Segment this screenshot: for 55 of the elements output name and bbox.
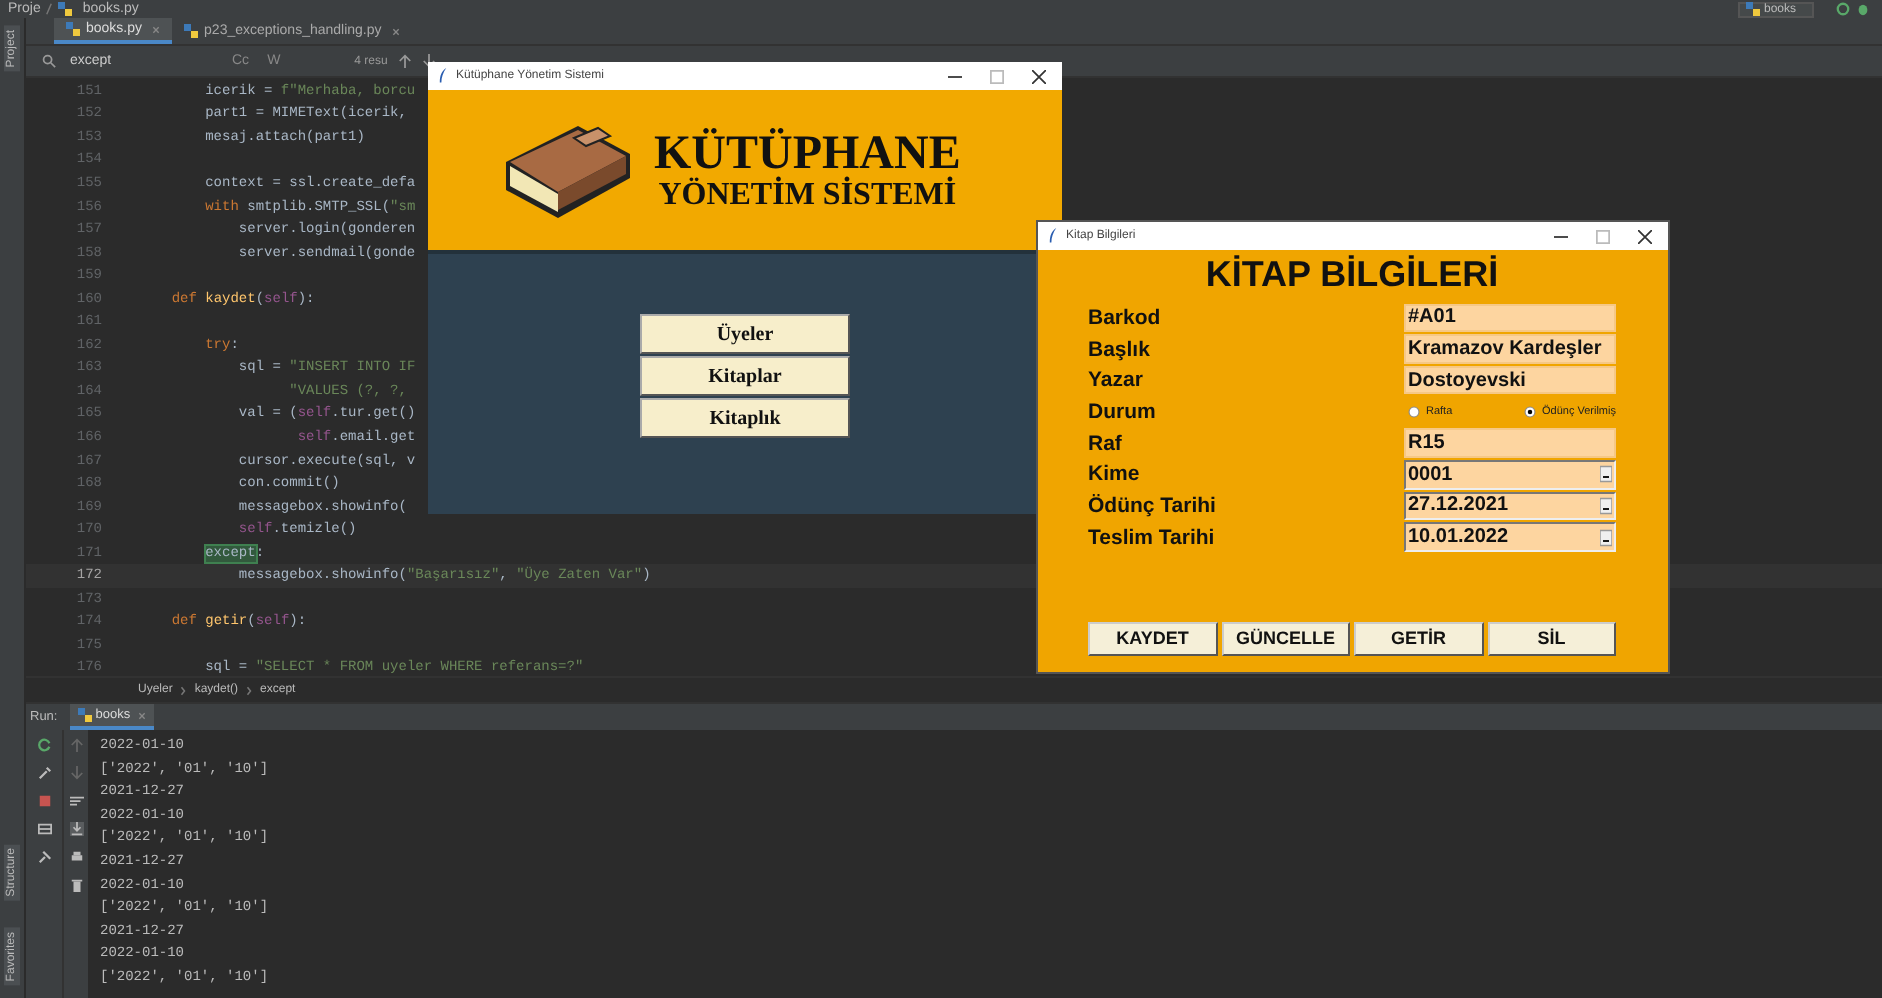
field-label: Ödünç Tarihi bbox=[1088, 493, 1218, 518]
field-label: Yazar bbox=[1088, 368, 1145, 393]
radio-button[interactable] bbox=[1408, 405, 1420, 418]
trash-icon[interactable] bbox=[69, 878, 83, 892]
python-file-icon bbox=[66, 22, 80, 36]
python-icon bbox=[1745, 2, 1760, 16]
close-icon[interactable] bbox=[1032, 69, 1046, 83]
chevron-icon bbox=[246, 685, 253, 695]
chevron-icon bbox=[180, 685, 187, 695]
feather-icon bbox=[438, 68, 448, 84]
form-button[interactable]: GETİR bbox=[1354, 621, 1483, 655]
form-button[interactable]: SİL bbox=[1487, 621, 1616, 655]
combo-box[interactable]: 27.12.2021 bbox=[1404, 491, 1616, 521]
soft-wrap-icon[interactable] bbox=[69, 794, 83, 808]
menu-button[interactable]: Kitaplık bbox=[640, 398, 850, 438]
pin-icon[interactable] bbox=[37, 850, 51, 864]
app-heading: KÜTÜPHANE bbox=[654, 129, 961, 177]
field-label: Başlık bbox=[1088, 337, 1152, 362]
rerun-icon[interactable] bbox=[37, 738, 51, 752]
field-label: Raf bbox=[1088, 431, 1124, 456]
menu-button[interactable]: Kitaplar bbox=[640, 356, 850, 396]
combo-box[interactable]: 10.01.2022 bbox=[1404, 522, 1616, 552]
dropdown-arrow-icon[interactable] bbox=[1600, 464, 1612, 485]
radio-button[interactable] bbox=[1524, 405, 1536, 418]
search-icon bbox=[42, 54, 56, 68]
dropdown-arrow-icon[interactable] bbox=[1600, 495, 1612, 516]
field-label: Barkod bbox=[1088, 305, 1163, 330]
layout-icon[interactable] bbox=[37, 822, 51, 836]
text-field[interactable]: #A01 bbox=[1404, 303, 1616, 333]
field-label: Kime bbox=[1088, 462, 1142, 487]
menu-button[interactable]: Üyeler bbox=[640, 314, 850, 354]
python-icon bbox=[77, 708, 92, 722]
python-file-icon bbox=[58, 2, 73, 16]
print-icon[interactable] bbox=[69, 850, 83, 864]
text-field[interactable]: Kramazov Kardeşler bbox=[1404, 334, 1616, 364]
form-heading: KİTAP BİLGİLERİ bbox=[1205, 252, 1499, 296]
scroll-to-end-icon[interactable] bbox=[69, 822, 83, 836]
stop-icon[interactable] bbox=[37, 794, 51, 808]
app-subheading: YÖNETİM SİSTEMİ bbox=[658, 179, 957, 211]
text-field[interactable]: Dostoyevski bbox=[1404, 365, 1616, 395]
text-field[interactable]: R15 bbox=[1404, 428, 1616, 458]
form-button[interactable]: KAYDET bbox=[1088, 621, 1217, 655]
rerun-icon[interactable] bbox=[1836, 2, 1850, 16]
combo-box[interactable]: 0001 bbox=[1404, 460, 1616, 490]
down-arrow-icon[interactable] bbox=[421, 54, 436, 68]
form-button[interactable]: GÜNCELLE bbox=[1221, 621, 1350, 655]
field-label: Durum bbox=[1088, 399, 1158, 424]
python-file-icon bbox=[184, 24, 199, 38]
dropdown-arrow-icon[interactable] bbox=[1600, 527, 1612, 548]
field-label: Teslim Tarihi bbox=[1088, 525, 1217, 550]
up-arrow-icon[interactable] bbox=[397, 54, 412, 68]
separator-icon bbox=[46, 2, 53, 16]
feather-icon bbox=[1048, 228, 1058, 244]
wrench-icon[interactable] bbox=[37, 766, 51, 780]
close-icon[interactable] bbox=[1638, 229, 1652, 243]
